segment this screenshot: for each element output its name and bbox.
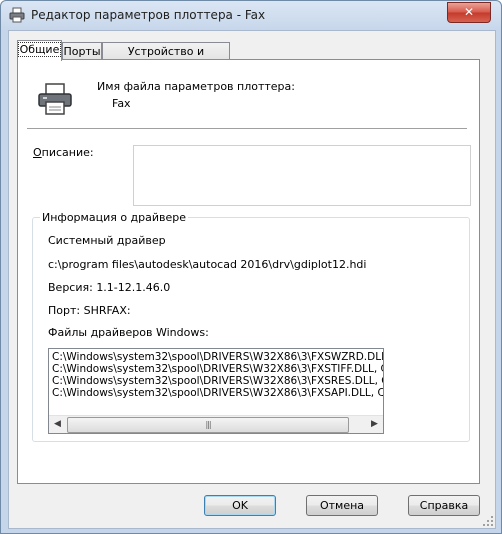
ok-button[interactable]: OK — [204, 495, 276, 516]
windows-driver-files-list[interactable]: C:\Windows\system32\spool\DRIVERS\W32X86… — [48, 348, 384, 434]
windows-files-label: Файлы драйверов Windows: — [48, 326, 209, 339]
printer-app-icon — [9, 7, 25, 23]
description-field[interactable] — [133, 145, 471, 206]
printer-icon — [38, 83, 72, 115]
file-name-value: Fax — [112, 97, 131, 110]
horizontal-scrollbar[interactable]: ◀ ||| ▶ — [49, 415, 383, 433]
list-item[interactable]: C:\Windows\system32\spool\DRIVERS\W32X86… — [52, 363, 383, 375]
list-item[interactable]: C:\Windows\system32\spool\DRIVERS\W32X86… — [52, 387, 383, 399]
resize-grip-icon[interactable] — [482, 515, 494, 527]
description-label: Описание: — [33, 146, 94, 159]
system-driver-label: Системный драйвер — [48, 234, 166, 247]
scroll-left-arrow-icon[interactable]: ◀ — [49, 416, 66, 433]
driver-info-legend: Информация о драйвере — [40, 211, 189, 224]
scroll-right-arrow-icon[interactable]: ▶ — [366, 416, 383, 433]
port-text: Порт: SHRFAX: — [48, 304, 131, 317]
title-bar[interactable]: Редактор параметров плоттера - Fax ✕ — [1, 1, 501, 29]
description-label-rest: писание: — [41, 146, 94, 159]
list-item[interactable]: C:\Windows\system32\spool\DRIVERS\W32X86… — [52, 351, 383, 363]
plotter-editor-window: Редактор параметров плоттера - Fax ✕ Общ… — [0, 0, 502, 534]
scrollbar-thumb[interactable]: ||| — [67, 417, 349, 433]
file-name-label: Имя файла параметров плоттера: — [97, 80, 295, 93]
close-icon: ✕ — [463, 5, 475, 19]
dialog-client-area: Общие Порты Устройство и документ Имя фа… — [8, 30, 496, 529]
tab-device-document[interactable]: Устройство и документ — [102, 42, 230, 75]
tab-ports[interactable]: Порты — [62, 42, 102, 60]
general-tab-panel: Имя файла параметров плоттера: Fax Описа… — [17, 59, 480, 484]
window-title: Редактор параметров плоттера - Fax — [31, 8, 266, 22]
version-text: Версия: 1.1-12.1.46.0 — [48, 281, 171, 294]
help-button[interactable]: Справка — [408, 495, 480, 516]
close-button[interactable]: ✕ — [447, 2, 491, 23]
driver-path: c:\program files\autodesk\autocad 2016\d… — [48, 258, 367, 271]
separator-line — [27, 128, 467, 129]
cancel-button[interactable]: Отмена — [306, 495, 378, 516]
tab-general[interactable]: Общие — [17, 40, 62, 61]
list-item[interactable]: C:\Windows\system32\spool\DRIVERS\W32X86… — [52, 375, 383, 387]
